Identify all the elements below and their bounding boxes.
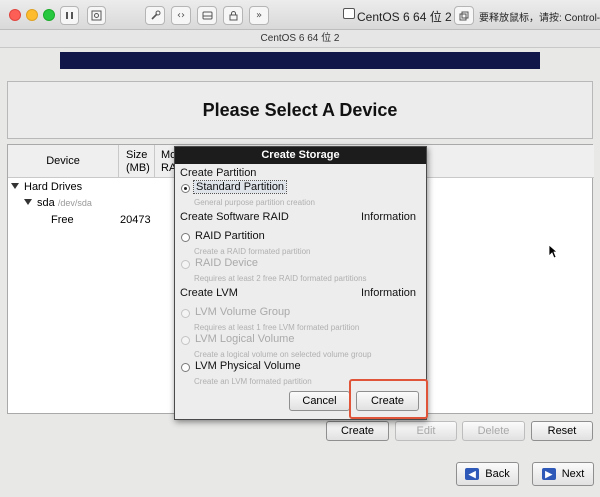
more-button[interactable]: » xyxy=(249,6,269,25)
network-button[interactable]: ‹› xyxy=(171,6,191,25)
pause-icon xyxy=(66,12,73,19)
lock-icon xyxy=(229,11,237,21)
close-window-button[interactable] xyxy=(9,9,21,21)
drive-icon xyxy=(202,11,212,20)
disk-name: sda xyxy=(37,197,55,209)
radio-standard-partition[interactable] xyxy=(181,184,190,193)
edit-button-label: Edit xyxy=(416,425,436,437)
raid-partition-desc: Create a RAID formated partition xyxy=(194,247,311,256)
drive-button[interactable] xyxy=(197,6,217,25)
option-raid-partition[interactable]: RAID Partition xyxy=(195,230,265,242)
mouse-cursor-icon xyxy=(548,244,558,259)
lvm-logical-volume-desc: Create a logical volume on selected volu… xyxy=(194,350,372,359)
lvm-physical-volume-desc: Create an LVM formated partition xyxy=(194,377,312,386)
snapshot-icon xyxy=(91,10,102,21)
disk-path: /dev/sda xyxy=(57,198,92,208)
minimize-window-button[interactable] xyxy=(26,9,38,21)
next-button-label: Next xyxy=(561,468,585,480)
raid-device-desc: Requires at least 2 free RAID formated p… xyxy=(194,274,367,283)
edit-button[interactable]: Edit xyxy=(395,421,457,441)
dialog-title: Create Storage xyxy=(175,147,426,164)
software-raid-info[interactable]: Information xyxy=(361,211,416,223)
option-lvm-physical-volume[interactable]: LVM Physical Volume xyxy=(195,360,301,372)
section-create-software-raid: Create Software RAID xyxy=(180,211,289,223)
release-mouse-hint: 要释放鼠标，请按: Control-⌘ xyxy=(479,13,600,24)
window-mode-button[interactable] xyxy=(454,6,474,25)
vm-icon xyxy=(343,8,355,19)
lvm-info[interactable]: Information xyxy=(361,287,416,299)
reset-button-label: Reset xyxy=(547,425,577,437)
dialog-cancel-button[interactable]: Cancel xyxy=(289,391,350,411)
free-space-label: Free xyxy=(51,214,74,226)
heading-box: Please Select A Device xyxy=(7,81,593,139)
radio-lvm-volume-group[interactable] xyxy=(181,309,190,318)
radio-lvm-logical-volume[interactable] xyxy=(181,336,190,345)
radio-lvm-physical-volume[interactable] xyxy=(181,363,190,372)
free-space-size: 20473 xyxy=(120,214,151,226)
option-raid-device[interactable]: RAID Device xyxy=(195,257,258,269)
pause-button[interactable] xyxy=(60,6,79,25)
column-device-label: Device xyxy=(46,155,80,167)
back-arrow-icon: ◀ xyxy=(465,468,480,480)
back-button-label: Back xyxy=(485,468,510,480)
column-size-label-2: (MB) xyxy=(126,162,150,174)
wrench-icon xyxy=(150,10,160,20)
page-title: Please Select A Device xyxy=(202,99,398,120)
column-device[interactable]: Device xyxy=(8,145,119,178)
chevrons-icon: » xyxy=(255,10,263,21)
tree-group-label: Hard Drives xyxy=(24,181,83,193)
create-button-label: Create xyxy=(340,425,375,437)
window-title: CentOS 6 64 位 2 xyxy=(0,30,600,48)
tree-row-free[interactable]: Free xyxy=(51,214,74,226)
back-button[interactable]: ◀ Back xyxy=(456,462,519,486)
vm-toolbar: ‹› » CentOS 6 64 位 2 要释放鼠标，请按: Control-⌘ xyxy=(0,0,600,30)
create-button[interactable]: Create xyxy=(326,421,389,441)
column-size-label-1: Size xyxy=(126,149,148,161)
dialog-cancel-label: Cancel xyxy=(302,395,337,407)
lock-button[interactable] xyxy=(223,6,243,25)
zoom-window-button[interactable] xyxy=(43,9,55,21)
radio-raid-partition[interactable] xyxy=(181,233,190,242)
delete-button-label: Delete xyxy=(477,425,510,437)
next-arrow-icon: ▶ xyxy=(541,468,556,480)
delete-button[interactable]: Delete xyxy=(462,421,525,441)
option-standard-partition[interactable]: Standard Partition xyxy=(192,180,288,194)
option-lvm-volume-group[interactable]: LVM Volume Group xyxy=(195,306,290,318)
section-create-partition: Create Partition xyxy=(180,167,257,179)
create-button-highlight xyxy=(349,379,428,419)
standard-partition-desc: General purpose partition creation xyxy=(194,198,315,207)
lvm-volume-group-desc: Requires at least 1 free LVM formated pa… xyxy=(194,323,360,332)
vm-name: CentOS 6 64 位 2 xyxy=(357,10,452,24)
settings-button[interactable] xyxy=(145,6,165,25)
expand-triangle-icon[interactable] xyxy=(11,183,19,189)
code-arrows-icon: ‹› xyxy=(177,10,185,21)
header-banner xyxy=(60,52,540,69)
option-lvm-logical-volume[interactable]: LVM Logical Volume xyxy=(195,333,294,345)
radio-raid-device[interactable] xyxy=(181,260,190,269)
next-button[interactable]: ▶ Next xyxy=(532,462,594,486)
window-mode-icon xyxy=(459,11,469,20)
section-create-lvm: Create LVM xyxy=(180,287,238,299)
tree-row-sda[interactable]: sda /dev/sda xyxy=(24,197,92,209)
tree-row-hard-drives[interactable]: Hard Drives xyxy=(11,181,82,193)
reset-button[interactable]: Reset xyxy=(531,421,593,441)
snapshot-button[interactable] xyxy=(87,6,106,25)
column-size[interactable]: Size (MB) xyxy=(119,145,155,178)
option-standard-partition-label: Standard Partition xyxy=(192,180,288,194)
expand-triangle-icon[interactable] xyxy=(24,199,32,205)
